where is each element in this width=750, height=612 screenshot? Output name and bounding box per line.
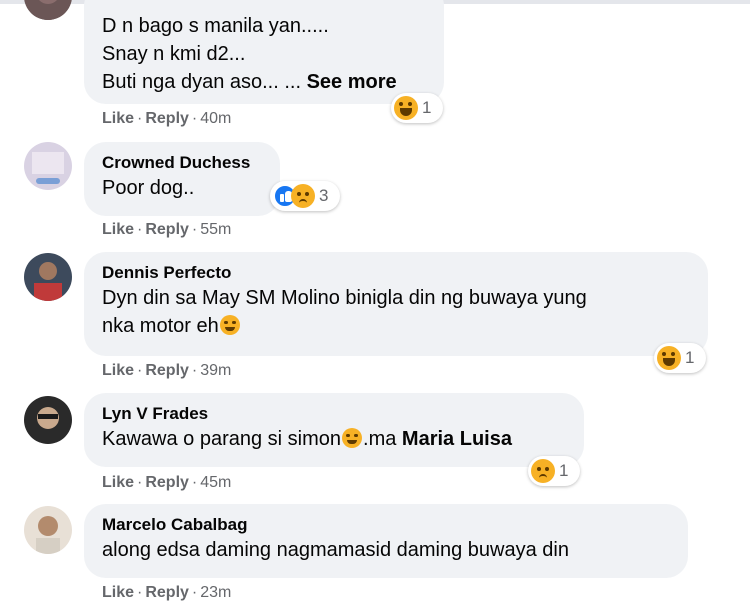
separator: · xyxy=(191,584,198,601)
comment-bubble: Marcelo Cabalbag along edsa daming nagma… xyxy=(84,504,688,578)
comment-text-line: nka motor eh xyxy=(102,312,690,340)
timestamp[interactable]: 23m xyxy=(200,584,231,601)
sad-reaction-icon xyxy=(291,184,315,208)
avatar-image xyxy=(24,0,72,20)
avatar[interactable] xyxy=(24,0,72,20)
comment-author[interactable]: Lyn V Frades xyxy=(102,403,566,425)
comment-actions: Like · Reply · 40m xyxy=(102,110,231,128)
separator: · xyxy=(191,221,198,238)
comment-text-line: D n bago s manila yan..... xyxy=(102,15,329,37)
like-button[interactable]: Like xyxy=(102,474,134,491)
haha-reaction-icon xyxy=(394,96,418,120)
reaction-count: 1 xyxy=(422,98,432,117)
separator: · xyxy=(137,110,143,127)
separator: · xyxy=(137,474,143,491)
comment-bubble: Crowned Duchess Poor dog.. xyxy=(84,142,280,216)
reply-button[interactable]: Reply xyxy=(145,110,189,127)
avatar[interactable] xyxy=(24,396,72,444)
comment-text-line: Dyn din sa May SM Molino binigla din ng … xyxy=(102,287,587,309)
avatar[interactable] xyxy=(24,253,72,301)
comment-text-part: Kawawa o parang si simon xyxy=(102,428,342,450)
reply-button[interactable]: Reply xyxy=(145,584,189,601)
timestamp[interactable]: 39m xyxy=(200,362,231,379)
avatar-image xyxy=(24,506,72,554)
reply-button[interactable]: Reply xyxy=(145,362,189,379)
avatar-image xyxy=(24,142,72,190)
like-button[interactable]: Like xyxy=(102,584,134,601)
comment-actions: Like · Reply · 23m xyxy=(102,584,231,602)
separator: · xyxy=(137,362,143,379)
separator: · xyxy=(137,584,143,601)
comment-text-line: Buti nga dyan aso... ... See more xyxy=(102,68,426,96)
sad-reaction-icon xyxy=(531,459,555,483)
comment-actions: Like · Reply · 39m xyxy=(102,362,231,380)
comment-author[interactable]: Dennis Perfecto xyxy=(102,262,690,284)
rofl-emoji-icon xyxy=(219,315,240,335)
avatar[interactable] xyxy=(24,506,72,554)
comment-author[interactable]: Crowned Duchess xyxy=(102,152,262,174)
comment-bubble: D n bago s manila yan..... Snay n kmi d2… xyxy=(84,0,444,104)
comment-text-line: Snay n kmi d2... xyxy=(102,43,246,65)
avatar-image xyxy=(24,396,72,444)
comment-text: along edsa daming nagmamasid daming buwa… xyxy=(102,539,569,561)
timestamp[interactable]: 55m xyxy=(200,221,231,238)
comment-actions: Like · Reply · 55m xyxy=(102,221,231,239)
separator: · xyxy=(191,474,198,491)
like-button[interactable]: Like xyxy=(102,221,134,238)
comment-actions: Like · Reply · 45m xyxy=(102,474,231,492)
reaction-count: 1 xyxy=(559,461,569,480)
mention-link[interactable]: Maria Luisa xyxy=(402,428,512,450)
comment-text-line-part: nka motor eh xyxy=(102,315,219,337)
comment-text-part: .ma xyxy=(363,428,397,450)
reaction-count: 1 xyxy=(685,348,695,367)
timestamp[interactable]: 40m xyxy=(200,110,231,127)
comment-text: Poor dog.. xyxy=(102,177,195,199)
separator: · xyxy=(191,362,198,379)
separator: · xyxy=(191,110,198,127)
comment-author[interactable]: Marcelo Cabalbag xyxy=(102,514,670,536)
comment-text: Kawawa o parang si simon .ma Maria Luisa xyxy=(102,425,566,453)
timestamp[interactable]: 45m xyxy=(200,474,231,491)
reaction-summary[interactable]: 1 xyxy=(528,456,580,486)
like-button[interactable]: Like xyxy=(102,362,134,379)
comment-bubble: Lyn V Frades Kawawa o parang si simon .ma… xyxy=(84,393,584,467)
avatar-image xyxy=(24,253,72,301)
reply-button[interactable]: Reply xyxy=(145,474,189,491)
see-more-link[interactable]: See more xyxy=(307,71,397,93)
disappointed-emoji-icon xyxy=(342,428,363,448)
reaction-summary[interactable]: 1 xyxy=(654,343,706,373)
avatar[interactable] xyxy=(24,142,72,190)
comment-text-line-part: Buti nga dyan aso... ... xyxy=(102,71,302,93)
reaction-count: 3 xyxy=(319,186,329,205)
reaction-summary[interactable]: 1 xyxy=(391,93,443,123)
separator: · xyxy=(137,221,143,238)
reply-button[interactable]: Reply xyxy=(145,221,189,238)
reaction-summary[interactable]: 3 xyxy=(270,181,340,211)
like-button[interactable]: Like xyxy=(102,110,134,127)
haha-reaction-icon xyxy=(657,346,681,370)
comment-bubble: Dennis Perfecto Dyn din sa May SM Molino… xyxy=(84,252,708,356)
